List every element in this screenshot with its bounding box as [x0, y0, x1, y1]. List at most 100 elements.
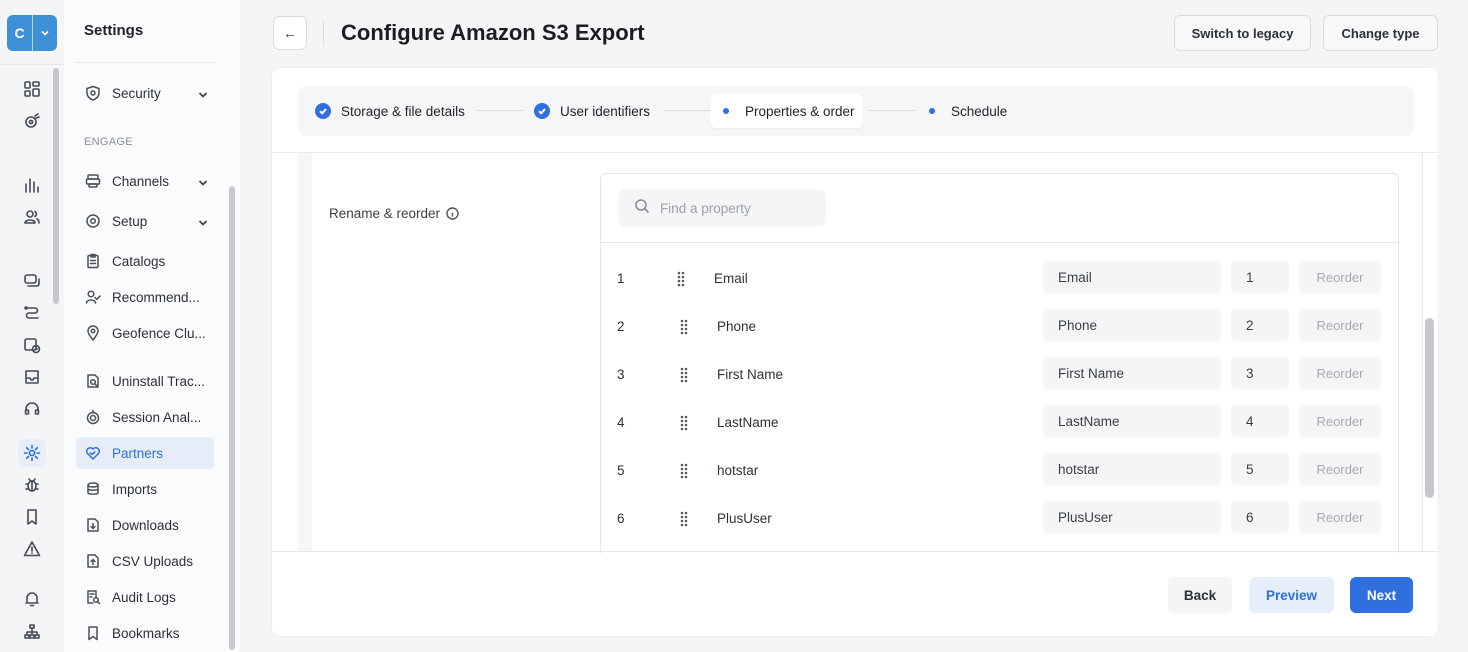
sidebar-item-uninstall-tracking[interactable]: Uninstall Trac...: [76, 365, 214, 397]
order-input[interactable]: 4: [1231, 405, 1289, 437]
campaign-calendar-icon[interactable]: [18, 331, 46, 359]
step-storage-file-details[interactable]: Storage & file details: [307, 94, 473, 128]
messages-icon[interactable]: [18, 267, 46, 295]
sidebar-item-label: Downloads: [112, 517, 179, 533]
analytics-icon[interactable]: [18, 171, 46, 199]
sidebar-item-channels[interactable]: Channels: [76, 165, 214, 197]
drag-handle-icon[interactable]: [679, 414, 689, 432]
table-row: 3 First Name First Name 3 Reorder: [601, 357, 1398, 393]
drag-handle-icon[interactable]: [679, 366, 689, 384]
property-name: Phone: [717, 319, 757, 334]
user-check-icon: [84, 288, 102, 306]
sidebar-item-label: Audit Logs: [112, 589, 176, 605]
download-file-icon: [84, 516, 102, 534]
warning-icon[interactable]: [18, 535, 46, 563]
row-number: 6: [617, 511, 625, 526]
sidebar-item-imports[interactable]: Imports: [76, 473, 214, 505]
back-step-button[interactable]: Back: [1168, 577, 1232, 613]
sidebar-section-engage: ENGAGE: [84, 136, 133, 148]
check-circle-icon: [315, 103, 331, 119]
row-number: 3: [617, 367, 625, 382]
reorder-button[interactable]: Reorder: [1299, 261, 1381, 293]
sidebar-item-bookmarks[interactable]: Bookmarks: [76, 617, 214, 649]
row-number: 2: [617, 319, 625, 334]
rename-input[interactable]: First Name: [1043, 357, 1221, 389]
rename-input[interactable]: Email: [1043, 261, 1221, 293]
sidebar-item-label: Bookmarks: [112, 625, 180, 641]
drag-handle-icon[interactable]: [679, 318, 689, 336]
sidebar-item-label: Channels: [112, 173, 170, 189]
sidebar-item-catalogs[interactable]: Catalogs: [76, 245, 214, 277]
workspace-switcher[interactable]: C: [7, 15, 57, 51]
dashboard-icon[interactable]: [18, 75, 46, 103]
sidebar-item-setup[interactable]: Setup: [76, 205, 214, 237]
rename-input[interactable]: PlusUser: [1043, 501, 1221, 533]
order-input[interactable]: 6: [1231, 501, 1289, 533]
switch-to-legacy-button[interactable]: Switch to legacy: [1174, 15, 1311, 51]
sidebar-item-partners[interactable]: Partners: [76, 437, 214, 469]
sidebar-item-label: Recommend...: [112, 289, 200, 305]
sidebar-item-session-analytics[interactable]: Session Anal...: [76, 401, 214, 433]
reorder-button[interactable]: Reorder: [1299, 405, 1381, 437]
order-input[interactable]: 3: [1231, 357, 1289, 389]
step-label: Schedule: [951, 103, 1008, 119]
next-button[interactable]: Next: [1350, 577, 1413, 613]
step-label: Storage & file details: [341, 103, 465, 119]
info-icon[interactable]: [446, 207, 459, 220]
property-search[interactable]: [618, 190, 826, 226]
drag-handle-icon[interactable]: [679, 462, 689, 480]
row-number: 5: [617, 463, 625, 478]
step-label: Properties & order: [745, 103, 855, 119]
content-right-edge: [1422, 153, 1423, 551]
upload-file-icon: [84, 552, 102, 570]
drag-handle-icon[interactable]: [676, 270, 686, 288]
table-row: 2 Phone Phone 2 Reorder: [601, 309, 1398, 345]
sidebar-item-csv-uploads[interactable]: CSV Uploads: [76, 545, 214, 577]
users-icon[interactable]: [18, 203, 46, 231]
search-icon: [634, 198, 650, 219]
sidebar-item-downloads[interactable]: Downloads: [76, 509, 214, 541]
content-scrollbar[interactable]: [1425, 318, 1434, 498]
sidebar-item-audit-logs[interactable]: Audit Logs: [76, 581, 214, 613]
preview-button[interactable]: Preview: [1249, 577, 1334, 613]
order-input[interactable]: 1: [1231, 261, 1289, 293]
chevron-down-icon: [198, 216, 208, 226]
notification-bell-icon[interactable]: [18, 585, 46, 613]
step-properties-order[interactable]: Properties & order: [710, 94, 863, 128]
step-connector: [476, 110, 524, 111]
reorder-button[interactable]: Reorder: [1299, 501, 1381, 533]
row-number: 4: [617, 415, 625, 430]
step-schedule[interactable]: Schedule: [916, 94, 1015, 128]
search-input[interactable]: [660, 200, 820, 216]
reorder-button[interactable]: Reorder: [1299, 453, 1381, 485]
reorder-button[interactable]: Reorder: [1299, 309, 1381, 341]
sidebar-item-security[interactable]: Security: [76, 77, 214, 109]
rail-scrollbar[interactable]: [53, 68, 59, 304]
rename-input[interactable]: hotstar: [1043, 453, 1221, 485]
audit-search-icon: [84, 588, 102, 606]
step-connector: [868, 110, 916, 111]
settings-gear-icon[interactable]: [18, 439, 46, 467]
sidebar-scrollbar[interactable]: [229, 186, 235, 650]
sidebar-item-recommendations[interactable]: Recommend...: [76, 281, 214, 313]
reorder-button[interactable]: Reorder: [1299, 357, 1381, 389]
journeys-icon[interactable]: [18, 299, 46, 327]
arrow-left-icon: ←: [283, 25, 297, 41]
change-type-button[interactable]: Change type: [1323, 15, 1438, 51]
table-row: 1 Email Email 1 Reorder: [601, 261, 1398, 297]
back-button[interactable]: ←: [273, 16, 307, 50]
order-input[interactable]: 2: [1231, 309, 1289, 341]
drag-handle-icon[interactable]: [679, 510, 689, 528]
sidebar-item-geofence[interactable]: Geofence Clu...: [76, 317, 214, 349]
inbox-export-icon[interactable]: [18, 363, 46, 391]
org-hierarchy-icon[interactable]: [18, 618, 46, 646]
order-input[interactable]: 5: [1231, 453, 1289, 485]
rename-input[interactable]: Phone: [1043, 309, 1221, 341]
integrations-icon[interactable]: [18, 107, 46, 135]
bookmark-icon[interactable]: [18, 503, 46, 531]
rename-input[interactable]: LastName: [1043, 405, 1221, 437]
bug-icon[interactable]: [18, 471, 46, 499]
footer-divider: [272, 551, 1438, 552]
support-headset-icon[interactable]: [18, 395, 46, 423]
step-user-identifiers[interactable]: User identifiers: [526, 94, 658, 128]
